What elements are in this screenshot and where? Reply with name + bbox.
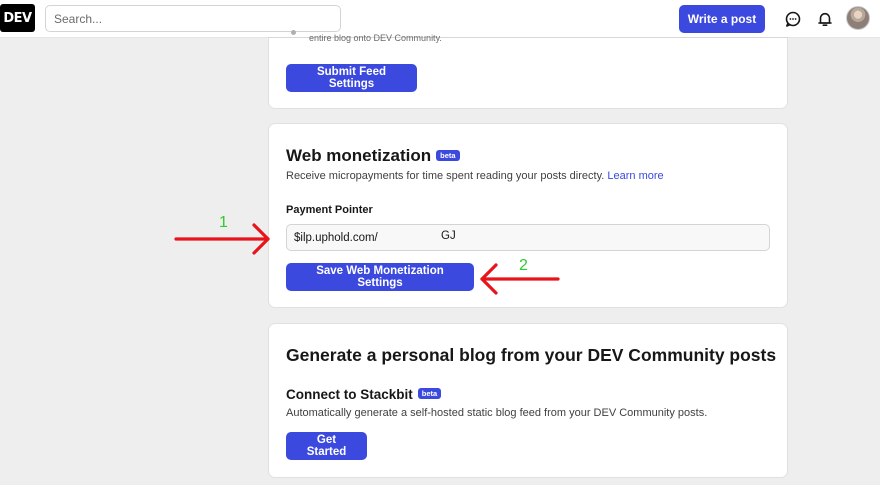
annotation-number-1: 1 — [219, 214, 228, 231]
annotation-number-2: 2 — [519, 257, 528, 274]
annotation-overlay — [174, 223, 560, 295]
